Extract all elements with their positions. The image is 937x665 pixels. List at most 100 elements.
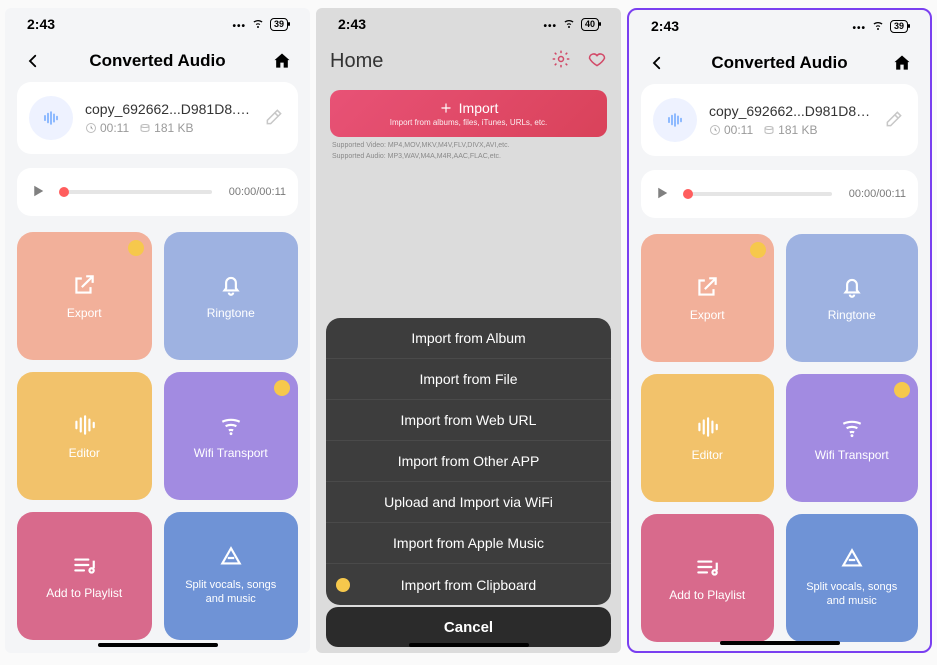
wifi-icon: [218, 412, 244, 438]
export-icon: [71, 272, 97, 298]
player-time: 00:00/00:11: [844, 188, 906, 200]
split-icon: [839, 547, 865, 573]
waveform-icon: [653, 98, 697, 142]
status-bar: 2:43 39: [5, 8, 310, 40]
tile-split-vocals[interactable]: Split vocals, songs and music: [786, 514, 919, 642]
sheet-import-other-app[interactable]: Import from Other APP: [326, 441, 611, 482]
play-button[interactable]: [29, 182, 49, 202]
sheet-import-apple-music[interactable]: Import from Apple Music: [326, 523, 611, 564]
file-info: copy_692662...D981D8.m4a 00:11 181 KB: [709, 103, 872, 137]
tile-ringtone[interactable]: Ringtone: [164, 232, 299, 360]
screen-home-import: 2:43 40 Home Import Import from albums, …: [316, 8, 621, 653]
rename-icon[interactable]: [884, 109, 906, 131]
tile-editor[interactable]: Editor: [641, 374, 774, 502]
home-indicator[interactable]: [720, 641, 840, 645]
supported-video-hint: Supported Video: MP4,MOV,MKV,M4V,FLV,DIV…: [316, 141, 621, 152]
sheet-import-album[interactable]: Import from Album: [326, 318, 611, 359]
player-time: 00:00/00:11: [224, 186, 286, 198]
home-indicator[interactable]: [409, 643, 529, 647]
cancel-button[interactable]: Cancel: [326, 607, 611, 647]
clock-icon: [85, 122, 97, 134]
screen-converted-audio-2: 2:43 39 Converted Audio copy_692662...D9…: [627, 8, 932, 653]
premium-badge-icon: [750, 242, 766, 258]
nav-bar: Converted Audio: [5, 40, 310, 82]
size-meta: 181 KB: [139, 121, 193, 135]
battery-indicator: 39: [890, 20, 908, 33]
rename-icon[interactable]: [264, 107, 286, 129]
audio-player: 00:00/00:11: [17, 168, 298, 216]
sheet-import-clipboard[interactable]: Import from Clipboard: [326, 564, 611, 605]
back-button[interactable]: [19, 47, 47, 75]
home-button[interactable]: [888, 49, 916, 77]
file-name: copy_692662...D981D8.m4a: [85, 101, 252, 117]
tile-split-vocals[interactable]: Split vocals, songs and music: [164, 512, 299, 640]
screen-converted-audio-1: 2:43 39 Converted Audio copy_692662...D9…: [5, 8, 310, 653]
status-bar: 2:43 39: [629, 10, 930, 42]
size-meta: 181 KB: [763, 123, 817, 137]
wifi-icon: [251, 17, 265, 32]
nav-bar: Converted Audio: [629, 42, 930, 84]
import-button[interactable]: Import Import from albums, files, iTunes…: [330, 90, 607, 137]
status-icons: 40: [543, 17, 599, 32]
file-card[interactable]: copy_692662...D981D8.m4a 00:11 181 KB: [641, 84, 918, 156]
back-button[interactable]: [643, 49, 671, 77]
bell-icon: [839, 274, 865, 300]
battery-indicator: 39: [270, 18, 288, 31]
content-area: copy_692662...D981D8.m4a 00:11 181 KB: [5, 82, 310, 640]
wifi-icon: [871, 19, 885, 34]
battery-indicator: 40: [581, 18, 599, 31]
playlist-icon: [71, 552, 97, 578]
sheet-import-web-url[interactable]: Import from Web URL: [326, 400, 611, 441]
tile-ringtone[interactable]: Ringtone: [786, 234, 919, 362]
premium-badge-icon: [336, 578, 350, 592]
home-indicator[interactable]: [98, 643, 218, 647]
bell-icon: [218, 272, 244, 298]
status-time: 2:43: [338, 16, 366, 32]
export-icon: [694, 274, 720, 300]
plus-icon: [439, 101, 453, 115]
status-bar: 2:43 40: [316, 8, 621, 40]
cellular-icon: [232, 17, 246, 32]
tile-add-to-playlist[interactable]: Add to Playlist: [641, 514, 774, 642]
tile-export[interactable]: Export: [17, 232, 152, 360]
waveform-icon: [29, 96, 73, 140]
home-button[interactable]: [268, 47, 296, 75]
equalizer-icon: [694, 414, 720, 440]
import-action-sheet: Import from Album Import from File Impor…: [326, 318, 611, 605]
play-button[interactable]: [653, 184, 673, 204]
duration-meta: 00:11: [709, 123, 753, 137]
wifi-icon: [562, 17, 576, 32]
page-title: Converted Audio: [711, 53, 847, 73]
premium-badge-icon: [128, 240, 144, 256]
file-meta: 00:11 181 KB: [85, 121, 252, 135]
tile-export[interactable]: Export: [641, 234, 774, 362]
status-time: 2:43: [651, 18, 679, 34]
settings-button[interactable]: [551, 49, 571, 74]
duration-meta: 00:11: [85, 121, 129, 135]
clock-icon: [709, 124, 721, 136]
audio-player: 00:00/00:11: [641, 170, 918, 218]
file-info: copy_692662...D981D8.m4a 00:11 181 KB: [85, 101, 252, 135]
status-icons: 39: [852, 19, 908, 34]
seek-slider[interactable]: [685, 192, 832, 196]
seek-slider[interactable]: [61, 190, 212, 194]
sheet-import-file[interactable]: Import from File: [326, 359, 611, 400]
content-area: copy_692662...D981D8.m4a 00:11 181 KB: [629, 84, 930, 642]
playlist-icon: [694, 554, 720, 580]
disk-icon: [139, 122, 151, 134]
tile-wifi-transport[interactable]: Wifi Transport: [164, 372, 299, 500]
sheet-import-wifi[interactable]: Upload and Import via WiFi: [326, 482, 611, 523]
favorite-button[interactable]: [587, 49, 607, 74]
cellular-icon: [543, 17, 557, 32]
cellular-icon: [852, 19, 866, 34]
action-grid: Export Ringtone Editor Wifi Transport Ad…: [17, 232, 298, 640]
tile-add-to-playlist[interactable]: Add to Playlist: [17, 512, 152, 640]
premium-badge-icon: [274, 380, 290, 396]
file-card[interactable]: copy_692662...D981D8.m4a 00:11 181 KB: [17, 82, 298, 154]
tile-wifi-transport[interactable]: Wifi Transport: [786, 374, 919, 502]
equalizer-icon: [71, 412, 97, 438]
tile-editor[interactable]: Editor: [17, 372, 152, 500]
supported-audio-hint: Supported Audio: MP3,WAV,M4A,M4R,AAC,FLA…: [316, 152, 621, 163]
wifi-icon: [839, 414, 865, 440]
page-title: Home: [330, 50, 383, 73]
